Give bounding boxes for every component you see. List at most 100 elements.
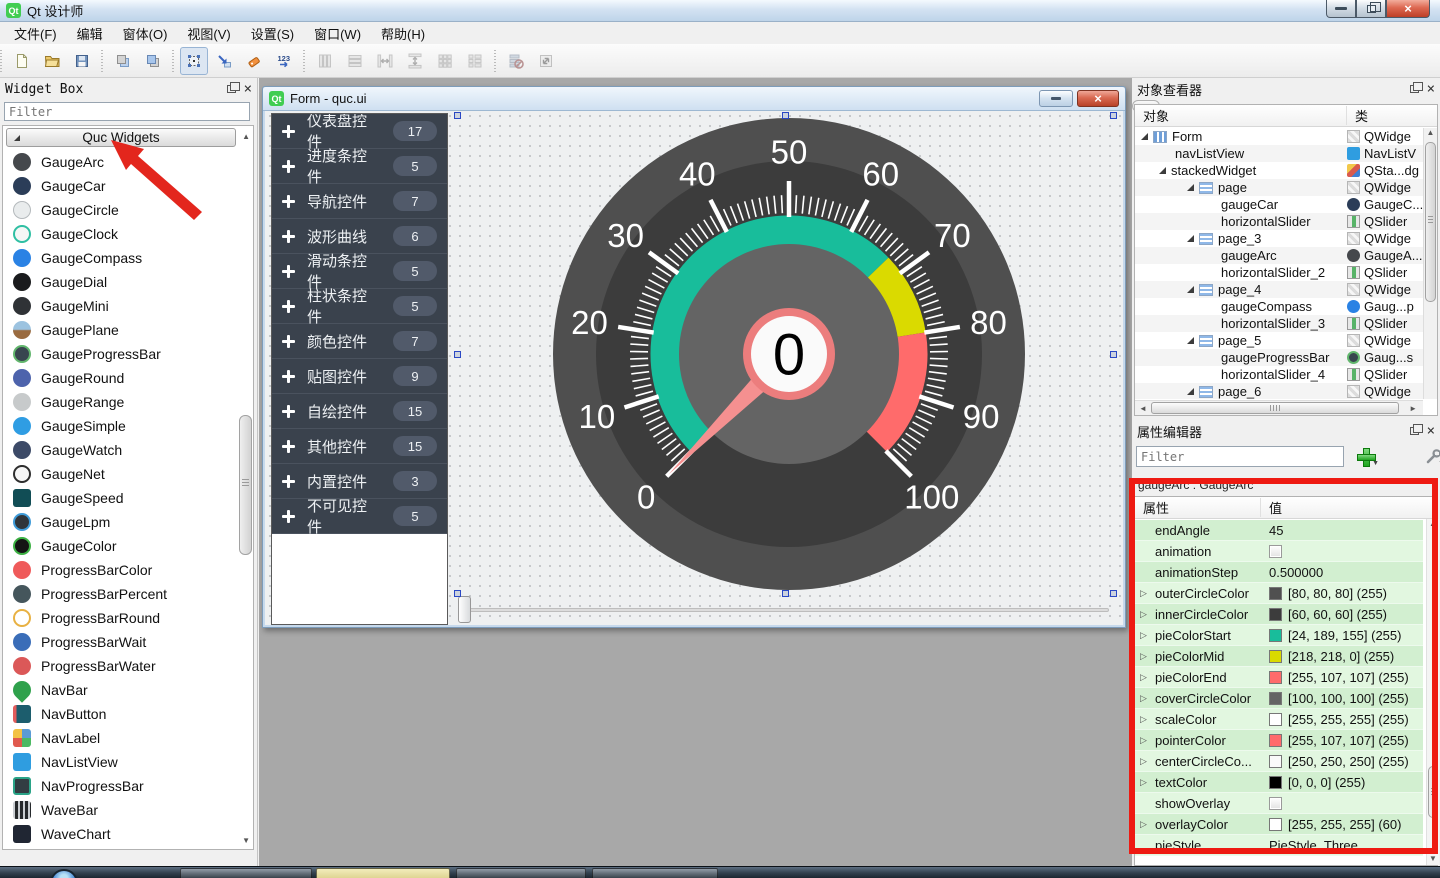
windows-taskbar[interactable] xyxy=(0,866,1440,878)
scroll-down-icon[interactable]: ▼ xyxy=(242,836,250,845)
expander-icon[interactable]: ▷ xyxy=(1140,630,1147,641)
column-property[interactable]: 属性 xyxy=(1135,498,1261,517)
column-class[interactable]: 类 xyxy=(1347,106,1368,125)
widget-list-item[interactable]: GaugeNet xyxy=(5,462,237,486)
property-filter-input[interactable] xyxy=(1136,446,1344,467)
scrollbar-thumb[interactable] xyxy=(239,415,252,555)
expander-icon[interactable]: ▷ xyxy=(1140,819,1147,830)
menu-item[interactable]: 窗口(W) xyxy=(304,21,371,46)
nav-list-item[interactable]: 内置控件 3 xyxy=(272,464,447,499)
menu-item[interactable]: 帮助(H) xyxy=(371,21,435,46)
selection-handle[interactable] xyxy=(782,112,789,119)
widget-list-item[interactable]: WaveBar xyxy=(5,798,237,822)
property-row[interactable]: endAngle 45 xyxy=(1135,520,1423,541)
taskbar-button[interactable] xyxy=(456,868,586,878)
widget-list-item[interactable]: NavBar xyxy=(5,678,237,702)
property-row[interactable]: ▷ pieColorEnd [255, 107, 107] (255) xyxy=(1135,667,1423,688)
widget-list-item[interactable]: GaugeArc xyxy=(5,150,237,174)
expander-icon[interactable] xyxy=(1187,286,1194,293)
property-row[interactable]: showOverlay xyxy=(1135,793,1423,814)
nav-list-item[interactable]: 自绘控件 15 xyxy=(272,394,447,429)
expander-icon[interactable]: ▷ xyxy=(1140,651,1147,662)
restore-button[interactable] xyxy=(1356,0,1386,18)
nav-list-item[interactable]: 不可见控件 5 xyxy=(272,499,447,534)
add-property-button[interactable]: ▼ xyxy=(1350,445,1380,468)
layout-grid-button[interactable] xyxy=(431,47,459,75)
property-row[interactable]: ▷ scaleColor [255, 255, 255] (255) xyxy=(1135,709,1423,730)
menu-item[interactable]: 文件(F) xyxy=(4,21,67,46)
object-tree-row[interactable]: gaugeCar GaugeC... xyxy=(1135,196,1423,213)
object-tree-row[interactable]: gaugeProgressBar Gaug...s xyxy=(1135,349,1423,366)
layout-form-button[interactable] xyxy=(461,47,489,75)
widget-list-item[interactable]: GaugeWatch xyxy=(5,438,237,462)
float-dock-icon[interactable] xyxy=(1410,427,1419,435)
expander-icon[interactable] xyxy=(1141,133,1148,140)
widget-list-item[interactable]: WaveChart xyxy=(5,822,237,846)
widget-list-item[interactable]: GaugeDial xyxy=(5,270,237,294)
adjust-size-button[interactable] xyxy=(532,47,560,75)
lower-widget-button[interactable] xyxy=(109,47,137,75)
object-tree-row[interactable]: page_4 QWidge xyxy=(1135,281,1423,298)
taskbar-button[interactable] xyxy=(592,868,718,878)
start-button[interactable] xyxy=(50,869,78,878)
widget-list-item[interactable]: ProgressBarRound xyxy=(5,606,237,630)
nav-list-item[interactable]: 贴图控件 9 xyxy=(272,359,447,394)
object-tree-row[interactable]: stackedWidget QSta...dg xyxy=(1135,162,1423,179)
widget-list-item[interactable]: GaugeLpm xyxy=(5,510,237,534)
object-tree-row[interactable]: page_6 QWidge xyxy=(1135,383,1423,399)
nav-list-item[interactable]: 导航控件 7 xyxy=(272,184,447,219)
widget-list-item[interactable]: GaugeProgressBar xyxy=(5,342,237,366)
horizontal-scrollbar[interactable]: ◄ ► xyxy=(1135,400,1423,415)
widget-list-item[interactable]: ProgressBarWater xyxy=(5,654,237,678)
edit-widgets-button[interactable] xyxy=(180,47,208,75)
object-tree-row[interactable]: gaugeArc GaugeA... xyxy=(1135,247,1423,264)
expander-icon[interactable]: ▷ xyxy=(1140,609,1147,620)
edit-signals-slots-button[interactable] xyxy=(210,47,238,75)
menu-item[interactable]: 窗体(O) xyxy=(113,21,178,46)
expander-icon[interactable]: ▷ xyxy=(1140,714,1147,725)
widget-list-item[interactable]: GaugeSimple xyxy=(5,414,237,438)
scrollbar-thumb[interactable] xyxy=(1151,402,1399,414)
property-row[interactable]: ▷ textColor [0, 0, 0] (255) xyxy=(1135,772,1423,793)
widget-list-item[interactable]: NavProgressBar xyxy=(5,774,237,798)
expander-icon[interactable]: ▷ xyxy=(1140,735,1147,746)
nav-list-item[interactable]: 波形曲线 6 xyxy=(272,219,447,254)
widget-list-item[interactable]: GaugePlane xyxy=(5,318,237,342)
scrollbar-thumb[interactable] xyxy=(1425,142,1436,302)
widget-list-item[interactable]: GaugeRange xyxy=(5,390,237,414)
widget-list-item[interactable]: ProgressBarWait xyxy=(5,630,237,654)
expander-icon[interactable]: ▷ xyxy=(1140,693,1147,704)
nav-list-item[interactable]: 仪表盘控件 17 xyxy=(272,114,447,149)
widget-list-item[interactable]: GaugeClock xyxy=(5,222,237,246)
property-row[interactable]: animation xyxy=(1135,541,1423,562)
property-row[interactable]: ▷ pointerColor [255, 107, 107] (255) xyxy=(1135,730,1423,751)
minimize-button[interactable] xyxy=(1326,0,1356,18)
form-canvas[interactable]: 仪表盘控件 17 进度条控件 5 导航控件 7 xyxy=(265,111,1123,625)
property-row[interactable]: ▷ pieColorMid [218, 218, 0] (255) xyxy=(1135,646,1423,667)
raise-widget-button[interactable] xyxy=(139,47,167,75)
object-tree-row[interactable]: Form QWidge xyxy=(1135,128,1423,145)
expander-icon[interactable] xyxy=(1187,337,1194,344)
taskbar-button[interactable] xyxy=(316,868,450,878)
scroll-left-icon[interactable]: ◄ xyxy=(1139,404,1147,413)
object-tree-row[interactable]: page_3 QWidge xyxy=(1135,230,1423,247)
nav-list-item[interactable]: 柱状条控件 5 xyxy=(272,289,447,324)
break-layout-button[interactable] xyxy=(502,47,530,75)
float-dock-icon[interactable] xyxy=(227,85,236,93)
nav-list-item[interactable]: 进度条控件 5 xyxy=(272,149,447,184)
column-value[interactable]: 值 xyxy=(1261,498,1282,517)
layout-horizontal-button[interactable] xyxy=(341,47,369,75)
gauge-arc-widget[interactable]: 01020304050607080901000 xyxy=(553,118,1025,590)
column-object[interactable]: 对象 xyxy=(1135,106,1347,125)
configure-button[interactable]: ▼ xyxy=(1420,445,1440,468)
selection-handle[interactable] xyxy=(454,590,461,597)
widget-list-item[interactable]: GaugeCircle xyxy=(5,198,237,222)
expander-icon[interactable]: ▷ xyxy=(1140,756,1147,767)
slider-handle[interactable] xyxy=(458,596,471,623)
expander-icon[interactable]: ▷ xyxy=(1140,588,1147,599)
close-dock-icon[interactable]: × xyxy=(1427,426,1435,436)
nav-list-item[interactable]: 颜色控件 7 xyxy=(272,324,447,359)
selection-handle[interactable] xyxy=(454,112,461,119)
widget-filter-input[interactable] xyxy=(4,102,250,121)
menu-item[interactable]: 设置(S) xyxy=(241,21,304,46)
